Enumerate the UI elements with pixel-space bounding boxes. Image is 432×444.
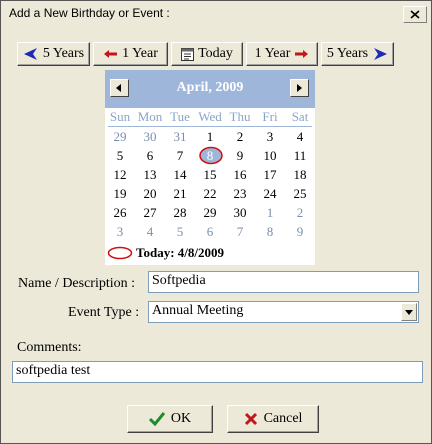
calendar-day[interactable]: 25 [285,186,315,202]
window-title: Add a New Birthday or Event : [9,6,170,20]
calendar-day[interactable]: 21 [165,186,195,202]
today-button[interactable]: Today [171,42,243,66]
comments-input-value: softpedia test [16,363,91,378]
forward-5-years-label: 5 Years [326,46,369,61]
calendar-day[interactable]: 12 [105,167,135,183]
calendar-day[interactable]: 1 [255,205,285,221]
title-bar[interactable]: Add a New Birthday or Event : [2,2,431,26]
calendar-day-today[interactable]: 8 [195,148,225,164]
check-icon [148,412,165,426]
calendar-day[interactable]: 31 [165,129,195,145]
close-icon [410,10,420,19]
weekday-label: Fri [262,109,278,124]
calendar-day[interactable]: 10 [255,148,285,164]
back-1-year-button[interactable]: 1 Year [93,42,168,66]
event-type-value: Annual Meeting [152,303,244,318]
right-arrow-icon [295,50,309,58]
chevron-down-icon [405,310,413,315]
calendar-day[interactable]: 7 [225,224,255,240]
weekday-label: Tue [170,109,190,124]
today-text: Today: 4/8/2009 [136,245,225,260]
ok-label: OK [170,411,192,426]
calendar-day[interactable]: 1 [195,129,225,145]
weekday-label: Sat [291,109,309,124]
left-arrow-icon [104,50,118,58]
calendar-day[interactable]: 24 [255,186,285,202]
calendar-day[interactable]: 15 [195,167,225,183]
event-type-select[interactable]: Annual Meeting [148,301,419,323]
cancel-label: Cancel [263,411,303,426]
ok-button[interactable]: OK [127,405,213,433]
calendar-day[interactable]: 30 [135,129,165,145]
cancel-button[interactable]: Cancel [227,405,319,433]
calendar-day[interactable]: 27 [135,205,165,221]
triangle-right-icon [297,84,302,92]
calendar-day[interactable]: 4 [285,129,315,145]
calendar-day[interactable]: 17 [255,167,285,183]
calendar-day[interactable]: 7 [165,148,195,164]
weekday-label: Mon [137,109,163,124]
dialog-window: Add a New Birthday or Event : 5 Years 1 … [0,0,432,444]
calendar-day[interactable]: 26 [105,205,135,221]
calendar-day[interactable]: 3 [105,224,135,240]
calendar-day[interactable]: 5 [105,148,135,164]
weekday-divider [108,126,312,127]
name-input[interactable]: Softpedia [148,271,419,293]
calendar-day[interactable]: 11 [285,148,315,164]
calendar-day[interactable]: 9 [225,148,255,164]
calendar-day[interactable]: 19 [105,186,135,202]
forward-1-year-label: 1 Year [254,46,291,61]
weekday-label: Wed [198,109,222,124]
calendar-day[interactable]: 5 [165,224,195,240]
comments-label: Comments: [17,340,82,355]
weekday-label: Thu [229,109,251,124]
weekday-label: Sun [109,109,131,124]
calendar-day[interactable]: 28 [165,205,195,221]
close-button[interactable] [403,6,427,23]
forward-5-years-button[interactable]: 5 Years [321,42,394,66]
event-type-dropdown-button[interactable] [401,303,417,321]
calendar-day[interactable]: 2 [225,129,255,145]
name-label: Name / Description : [18,276,136,291]
calendar-day[interactable]: 13 [135,167,165,183]
cross-icon [244,412,257,426]
calendar-icon [181,48,195,61]
next-month-button[interactable] [290,79,309,97]
calendar-day[interactable]: 22 [195,186,225,202]
back-5-years-label: 5 Years [42,46,85,61]
calendar-day[interactable]: 4 [135,224,165,240]
calendar-day[interactable]: 3 [255,129,285,145]
calendar-day[interactable]: 9 [285,224,315,240]
calendar-day[interactable]: 23 [225,186,255,202]
calendar-header: April, 2009 [105,70,315,108]
double-left-arrow-icon [23,48,37,60]
calendar-day[interactable]: 14 [165,167,195,183]
name-input-value: Softpedia [152,273,206,288]
event-type-label: Event Type : [68,305,140,320]
today-link[interactable]: Today: 4/8/2009 [107,245,224,261]
calendar-day[interactable]: 20 [135,186,165,202]
today-circle-icon [107,246,133,260]
calendar: April, 2009 Sun Mon Tue Wed Thu Fri Sat … [105,70,315,265]
today-label: Today [198,46,233,61]
calendar-day[interactable]: 18 [285,167,315,183]
calendar-day[interactable]: 16 [225,167,255,183]
comments-input[interactable]: softpedia test [12,361,423,383]
forward-1-year-button[interactable]: 1 Year [246,42,318,66]
calendar-day[interactable]: 2 [285,205,315,221]
double-right-arrow-icon [374,48,388,60]
calendar-month-title: April, 2009 [176,80,244,95]
calendar-day[interactable]: 6 [135,148,165,164]
calendar-day[interactable]: 29 [105,129,135,145]
back-5-years-button[interactable]: 5 Years [17,42,90,66]
calendar-day[interactable]: 29 [195,205,225,221]
calendar-day[interactable]: 30 [225,205,255,221]
back-1-year-label: 1 Year [122,46,158,61]
calendar-day[interactable]: 6 [195,224,225,240]
calendar-day[interactable]: 8 [255,224,285,240]
